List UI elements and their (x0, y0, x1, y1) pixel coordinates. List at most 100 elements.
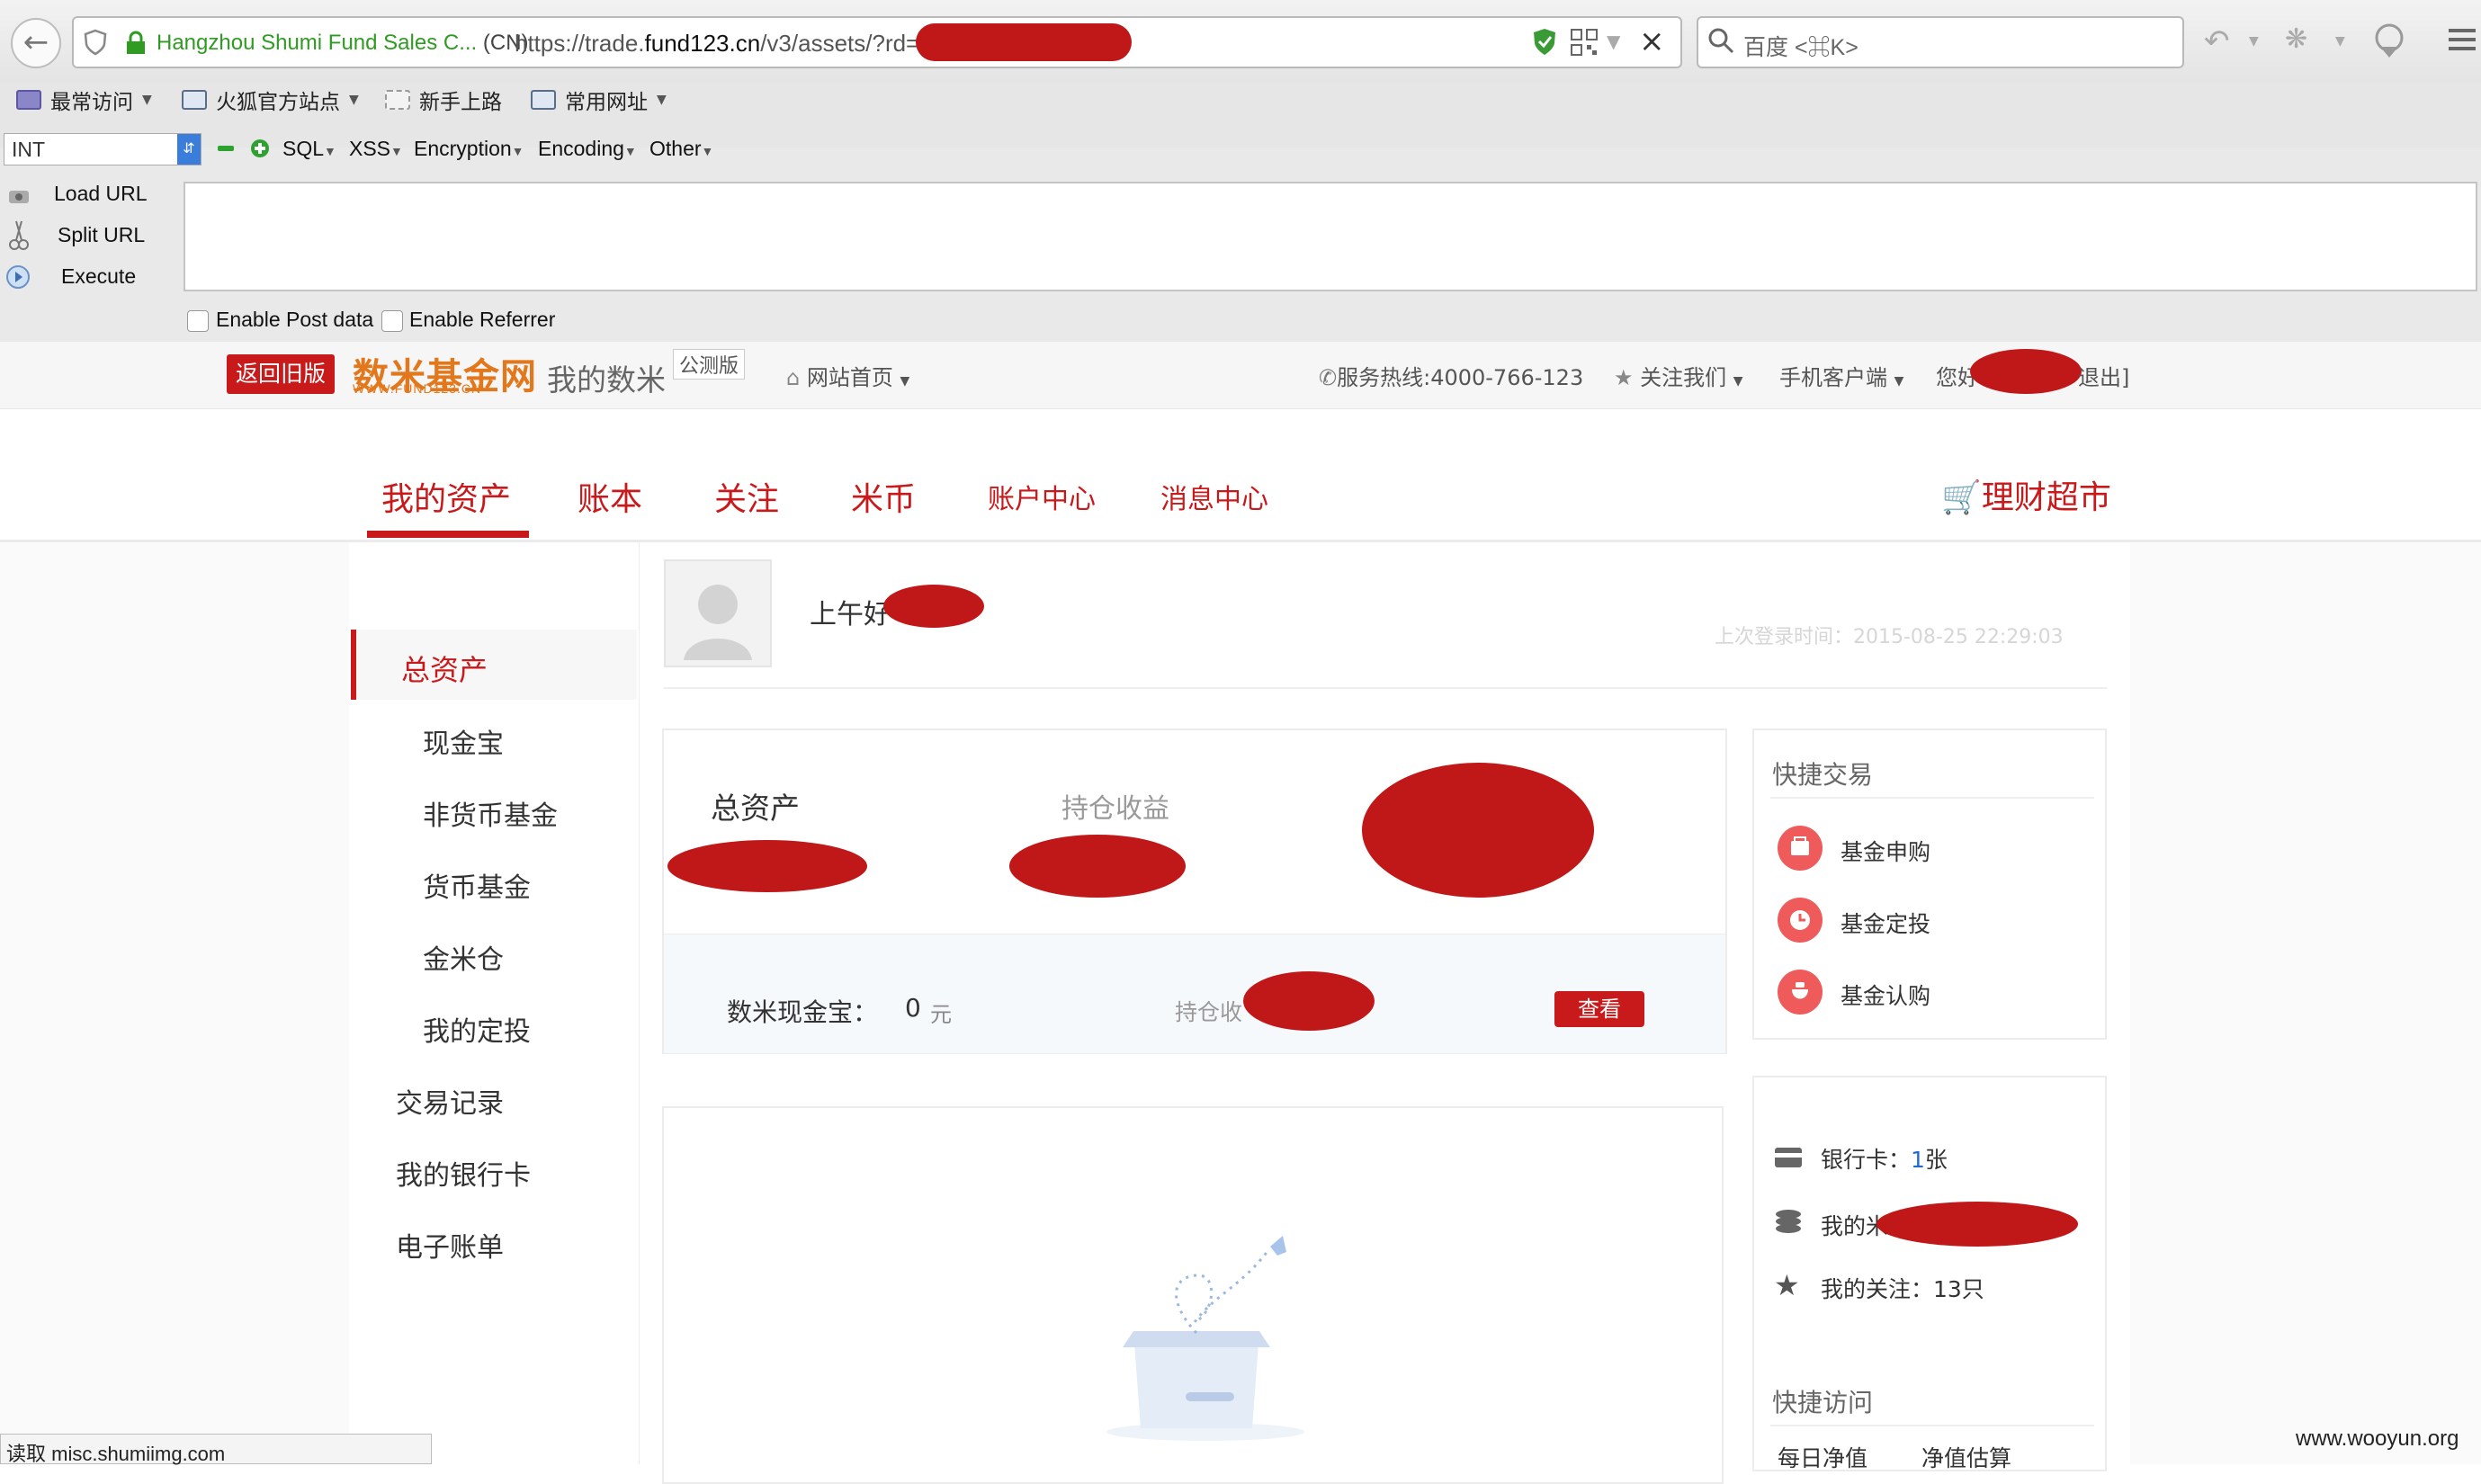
quick-fund-purchase[interactable]: 基金申购 (1841, 835, 1930, 867)
sidebar-item-total-assets[interactable]: 总资产 (401, 648, 488, 689)
bank-card-info[interactable]: 银行卡：1张 (1821, 1142, 1948, 1175)
tab-account-center[interactable]: 账户中心 (988, 477, 1096, 516)
coins-icon (1774, 1209, 1803, 1238)
bookmark-most-visited[interactable]: 最常访问 ▼ (16, 85, 152, 115)
tab-message-center[interactable]: 消息中心 (1160, 477, 1268, 516)
bookmark-label: 最常访问 (50, 91, 133, 114)
bookmark-label: 常用网址 (565, 91, 648, 114)
sidebar-item-bank-cards[interactable]: 我的银行卡 (396, 1153, 531, 1193)
type-select-value: INT (12, 138, 46, 161)
type-select[interactable]: INT ⇵ (4, 133, 202, 165)
wealth-supermarket-link[interactable]: 🛒理财超市 (1941, 471, 2111, 518)
scissors-icon (9, 219, 29, 252)
dropdown-icon[interactable]: ▼ (1607, 31, 1620, 52)
sidebar-item-e-statement[interactable]: 电子账单 (396, 1225, 504, 1265)
bookmark-firefox-sites[interactable]: 火狐官方站点 ▼ (182, 85, 359, 115)
search-icon (1707, 27, 1734, 56)
security-shield-icon (1531, 27, 1558, 58)
url-text[interactable]: https://trade.fund123.cn/v3/assets/?rd= (515, 30, 919, 58)
follow-us-menu[interactable]: ★ 关注我们 ▼ (1614, 360, 1743, 391)
sidebar-item-cash-treasure[interactable]: 现金宝 (423, 721, 504, 761)
spinner-icon: ⇵ (177, 134, 201, 165)
redacted-mark (1876, 1202, 2078, 1247)
holding-income-label: 持仓收益 (1061, 793, 1169, 825)
url-bar[interactable]: Hangzhou Shumi Fund Sales C... (CN) http… (72, 16, 1682, 68)
home-icon: ⌂ (786, 365, 801, 390)
extension-icon[interactable]: ❋ (2285, 23, 2307, 55)
undo-icon[interactable]: ↶ (2204, 23, 2230, 59)
avatar[interactable] (664, 559, 772, 667)
quick-fund-sip[interactable]: 基金定投 (1841, 907, 1930, 939)
hackbar-url-textarea[interactable] (184, 182, 2477, 291)
close-icon[interactable]: × (1639, 23, 1665, 59)
tab-ledger[interactable]: 账本 (578, 473, 642, 520)
chevron-down-icon: ▼ (142, 93, 152, 107)
total-assets-label: 总资产 (711, 791, 800, 826)
enable-referrer-checkbox[interactable] (381, 310, 403, 332)
fund-sip-icon (1778, 898, 1823, 943)
load-url-button[interactable]: Load URL (54, 182, 148, 206)
mobile-client-menu[interactable]: 手机客户端 ▼ (1779, 360, 1903, 391)
qr-code-icon[interactable] (1571, 29, 1598, 56)
load-url-icon (7, 185, 31, 207)
cash-treasure-unit: 元 (930, 1002, 952, 1027)
search-bar[interactable]: 百度 <⌘K> (1697, 16, 2184, 68)
site-identity: Hangzhou Shumi Fund Sales C... (CN) (157, 31, 529, 55)
redacted-mark (916, 23, 1132, 61)
minus-icon[interactable] (218, 146, 234, 151)
redacted-mark (1362, 763, 1594, 898)
star-icon: ★ (1614, 365, 1634, 390)
sql-menu[interactable]: SQL▼ (282, 137, 336, 161)
folder-icon (182, 90, 207, 110)
enable-post-label: Enable Post data (216, 308, 374, 331)
sidebar-item-my-sip[interactable]: 我的定投 (423, 1009, 531, 1049)
sidebar-active-bg (356, 630, 637, 700)
cash-treasure-value: 0 (905, 993, 921, 1023)
quick-visit-daily-nav[interactable]: 每日净值 (1778, 1441, 1867, 1473)
active-tab-indicator (367, 531, 529, 538)
other-menu[interactable]: Other▼ (649, 137, 713, 161)
bookmark-label: 火狐官方站点 (216, 91, 340, 114)
view-button[interactable]: 查看 (1554, 991, 1644, 1027)
chevron-down-icon[interactable]: ▼ (2249, 34, 2259, 49)
tab-mibi[interactable]: 米币 (851, 473, 916, 520)
cart-icon: 🛒 (1941, 479, 1982, 516)
quick-trade-title: 快捷交易 (1772, 760, 1874, 790)
sidebar-item-money-fund[interactable]: 货币基金 (423, 865, 531, 905)
tab-follow[interactable]: 关注 (714, 473, 779, 520)
quick-visit-nav-estimate[interactable]: 净值估算 (1921, 1441, 2011, 1473)
phone-icon: ✆ (1319, 365, 1338, 390)
execute-button[interactable]: Execute (61, 264, 136, 289)
tab-my-assets[interactable]: 我的资产 (381, 473, 511, 520)
sidebar-item-jinmi[interactable]: 金米仓 (423, 937, 504, 977)
bookmark-common-urls[interactable]: 常用网址 ▼ (531, 85, 667, 115)
my-follow-info[interactable]: 我的关注：13只 (1821, 1272, 1984, 1304)
old-version-button[interactable]: 返回旧版 (227, 354, 335, 394)
encoding-menu[interactable]: Encoding▼ (538, 137, 637, 161)
menu-icon[interactable] (2449, 27, 2476, 52)
logout-link[interactable]: 退出] (2078, 360, 2129, 391)
redacted-mark (883, 585, 984, 628)
redacted-mark (1970, 349, 2082, 394)
right-margin (2130, 542, 2481, 1464)
page-icon (385, 90, 410, 110)
xss-menu[interactable]: XSS▼ (349, 137, 403, 161)
encryption-menu[interactable]: Encryption▼ (414, 137, 524, 161)
plus-icon[interactable] (250, 139, 270, 158)
divider (1770, 1425, 2094, 1426)
divider (1770, 797, 2094, 799)
home-link[interactable]: ⌂ 网站首页 ▼ (786, 360, 909, 391)
back-icon[interactable]: ← (11, 18, 61, 68)
addon-icon[interactable] (2371, 20, 2407, 59)
split-url-button[interactable]: Split URL (58, 223, 145, 247)
sidebar-item-non-money-fund[interactable]: 非货币基金 (423, 793, 558, 833)
quick-fund-subscribe[interactable]: 基金认购 (1841, 979, 1930, 1011)
sidebar-item-transactions[interactable]: 交易记录 (396, 1081, 504, 1121)
enable-post-checkbox[interactable] (187, 310, 209, 332)
enable-referrer-label: Enable Referrer (409, 308, 556, 331)
bookmark-getting-started[interactable]: 新手上路 (385, 85, 502, 115)
redacted-mark (1009, 835, 1186, 898)
search-placeholder: 百度 <⌘K> (1743, 35, 1859, 60)
chevron-down-icon[interactable]: ▼ (2335, 34, 2345, 49)
sidebar-active-indicator (351, 630, 356, 700)
